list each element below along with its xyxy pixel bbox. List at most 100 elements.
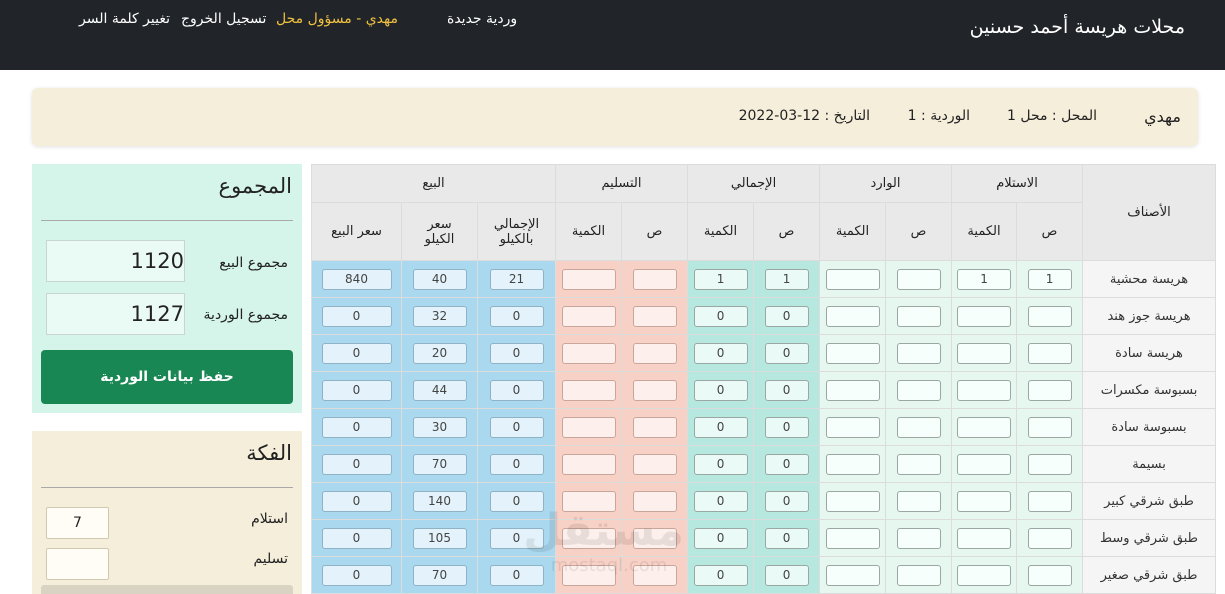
receive-pieces-input[interactable] bbox=[1027, 564, 1072, 586]
total-quantity-input[interactable]: 0 bbox=[693, 342, 748, 364]
total-quantity-input[interactable]: 0 bbox=[693, 527, 748, 549]
incoming-quantity-input[interactable] bbox=[825, 379, 880, 401]
delivery-quantity-input[interactable] bbox=[561, 342, 616, 364]
user-menu-link[interactable]: مهدي - مسؤول محل bbox=[276, 11, 398, 27]
incoming-quantity-input[interactable] bbox=[825, 416, 880, 438]
receive-quantity-input[interactable] bbox=[957, 453, 1012, 475]
delivery-quantity-input[interactable] bbox=[561, 527, 616, 549]
receive-pieces-input[interactable] bbox=[1027, 453, 1072, 475]
incoming-quantity-input[interactable] bbox=[825, 564, 880, 586]
receive-quantity-input[interactable] bbox=[957, 305, 1012, 327]
incoming-quantity-input[interactable] bbox=[825, 527, 880, 549]
incoming-pieces-input[interactable] bbox=[896, 268, 941, 290]
kilo-price-input[interactable]: 140 bbox=[412, 490, 467, 512]
delivery-quantity-input[interactable] bbox=[561, 305, 616, 327]
sale-price-input[interactable]: 840 bbox=[321, 268, 392, 290]
total-quantity-input[interactable]: 0 bbox=[693, 379, 748, 401]
total-quantity-input[interactable]: 0 bbox=[693, 453, 748, 475]
incoming-quantity-input[interactable] bbox=[825, 342, 880, 364]
total-quantity-input[interactable]: 0 bbox=[693, 564, 748, 586]
incoming-pieces-input[interactable] bbox=[896, 490, 941, 512]
delivery-quantity-input[interactable] bbox=[561, 453, 616, 475]
total-pieces-input[interactable]: 0 bbox=[764, 379, 809, 401]
total-pieces-input[interactable]: 1 bbox=[764, 268, 809, 290]
receive-pieces-input[interactable] bbox=[1027, 527, 1072, 549]
incoming-pieces-input[interactable] bbox=[896, 527, 941, 549]
sale-price-input[interactable]: 0 bbox=[321, 564, 392, 586]
total-pieces-input[interactable]: 0 bbox=[764, 490, 809, 512]
incoming-pieces-input[interactable] bbox=[896, 416, 941, 438]
incoming-quantity-input[interactable] bbox=[825, 268, 880, 290]
kilo-price-input[interactable]: 105 bbox=[412, 527, 467, 549]
incoming-quantity-input[interactable] bbox=[825, 305, 880, 327]
sale-price-input[interactable]: 0 bbox=[321, 453, 392, 475]
receive-quantity-input[interactable]: 1 bbox=[957, 268, 1012, 290]
incoming-quantity-input[interactable] bbox=[825, 453, 880, 475]
receive-quantity-input[interactable] bbox=[957, 416, 1012, 438]
kilo-total-input[interactable]: 0 bbox=[489, 416, 544, 438]
incoming-pieces-input[interactable] bbox=[896, 564, 941, 586]
receive-pieces-input[interactable] bbox=[1027, 305, 1072, 327]
total-quantity-input[interactable]: 0 bbox=[693, 416, 748, 438]
delivery-pieces-input[interactable] bbox=[632, 453, 677, 475]
delivery-pieces-input[interactable] bbox=[632, 342, 677, 364]
delivery-pieces-input[interactable] bbox=[632, 416, 677, 438]
receive-pieces-input[interactable] bbox=[1027, 490, 1072, 512]
shift-total-field[interactable]: 1127 bbox=[46, 293, 185, 335]
delivery-quantity-input[interactable] bbox=[561, 564, 616, 586]
sale-price-input[interactable]: 0 bbox=[321, 416, 392, 438]
kilo-price-input[interactable]: 20 bbox=[412, 342, 467, 364]
incoming-pieces-input[interactable] bbox=[896, 379, 941, 401]
delivery-quantity-input[interactable] bbox=[561, 490, 616, 512]
delivery-quantity-input[interactable] bbox=[561, 268, 616, 290]
incoming-pieces-input[interactable] bbox=[896, 305, 941, 327]
logout-link[interactable]: تسجيل الخروج bbox=[181, 11, 266, 27]
total-pieces-input[interactable]: 0 bbox=[764, 453, 809, 475]
kilo-price-input[interactable]: 44 bbox=[412, 379, 467, 401]
total-pieces-input[interactable]: 0 bbox=[764, 342, 809, 364]
receive-quantity-input[interactable] bbox=[957, 490, 1012, 512]
total-quantity-input[interactable]: 0 bbox=[693, 490, 748, 512]
delivery-pieces-input[interactable] bbox=[632, 564, 677, 586]
total-quantity-input[interactable]: 1 bbox=[693, 268, 748, 290]
receive-quantity-input[interactable] bbox=[957, 342, 1012, 364]
new-shift-link[interactable]: وردية جديدة bbox=[447, 11, 517, 27]
delivery-pieces-input[interactable] bbox=[632, 268, 677, 290]
receive-pieces-input[interactable]: 1 bbox=[1027, 268, 1072, 290]
sale-price-input[interactable]: 0 bbox=[321, 379, 392, 401]
total-pieces-input[interactable]: 0 bbox=[764, 527, 809, 549]
receive-quantity-input[interactable] bbox=[957, 564, 1012, 586]
receive-quantity-input[interactable] bbox=[957, 379, 1012, 401]
incoming-pieces-input[interactable] bbox=[896, 342, 941, 364]
delivery-pieces-input[interactable] bbox=[632, 305, 677, 327]
total-pieces-input[interactable]: 0 bbox=[764, 305, 809, 327]
delivery-quantity-input[interactable] bbox=[561, 416, 616, 438]
change-password-link[interactable]: تغيير كلمة السر bbox=[79, 11, 170, 27]
sale-price-input[interactable]: 0 bbox=[321, 305, 392, 327]
kilo-price-input[interactable]: 40 bbox=[412, 268, 467, 290]
total-pieces-input[interactable]: 0 bbox=[764, 564, 809, 586]
change-deliver-field[interactable] bbox=[46, 548, 109, 580]
change-receive-field[interactable]: 7 bbox=[46, 507, 109, 539]
total-pieces-input[interactable]: 0 bbox=[764, 416, 809, 438]
brand-title[interactable]: محلات هريسة أحمد حسنين bbox=[970, 16, 1185, 38]
sales-total-field[interactable]: 1120 bbox=[46, 240, 185, 282]
sale-price-input[interactable]: 0 bbox=[321, 342, 392, 364]
kilo-price-input[interactable]: 70 bbox=[412, 564, 467, 586]
sale-price-input[interactable]: 0 bbox=[321, 527, 392, 549]
kilo-price-input[interactable]: 30 bbox=[412, 416, 467, 438]
kilo-total-input[interactable]: 0 bbox=[489, 305, 544, 327]
kilo-total-input[interactable]: 0 bbox=[489, 379, 544, 401]
kilo-total-input[interactable]: 0 bbox=[489, 564, 544, 586]
receive-pieces-input[interactable] bbox=[1027, 342, 1072, 364]
receive-pieces-input[interactable] bbox=[1027, 416, 1072, 438]
delivery-quantity-input[interactable] bbox=[561, 379, 616, 401]
save-shift-button[interactable]: حفظ بيانات الوردية bbox=[41, 350, 293, 404]
kilo-total-input[interactable]: 0 bbox=[489, 490, 544, 512]
sale-price-input[interactable]: 0 bbox=[321, 490, 392, 512]
kilo-total-input[interactable]: 0 bbox=[489, 342, 544, 364]
delivery-pieces-input[interactable] bbox=[632, 379, 677, 401]
kilo-price-input[interactable]: 32 bbox=[412, 305, 467, 327]
delivery-pieces-input[interactable] bbox=[632, 490, 677, 512]
incoming-pieces-input[interactable] bbox=[896, 453, 941, 475]
